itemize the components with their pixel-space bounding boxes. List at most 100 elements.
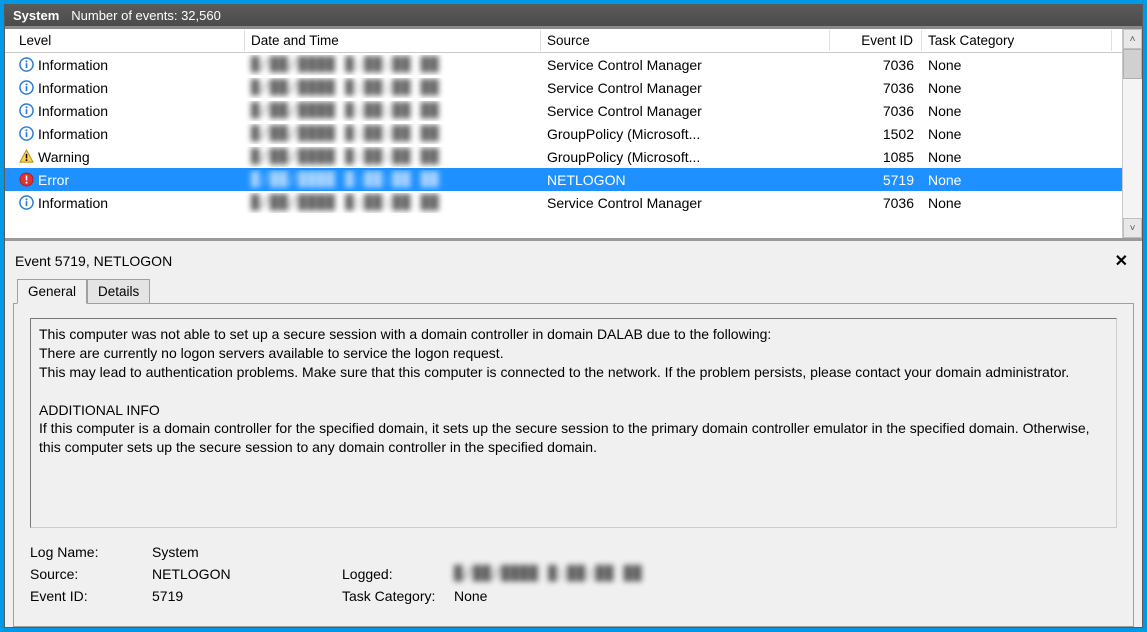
event-list-panel: Level Date and Time Source Event ID Task… [5,29,1142,241]
level-text: Information [38,57,108,73]
col-source[interactable]: Source [541,30,830,51]
vertical-scrollbar[interactable]: ˄ ˅ [1122,29,1142,238]
scroll-thumb[interactable] [1123,49,1142,79]
event-detail-panel: Event 5719, NETLOGON ✕ General Details T… [5,241,1142,627]
event-properties: Log Name: System Source: NETLOGON Logged… [30,544,1117,604]
event-count: Number of events: 32,560 [71,8,221,23]
info-icon [19,103,34,118]
tab-panel-general: This computer was not able to set up a s… [13,303,1134,627]
scroll-up-button[interactable]: ˄ [1123,29,1142,49]
cell-source: GroupPolicy (Microsoft... [541,124,830,144]
warn-icon [19,149,34,164]
cell-datetime: █/██/████ █:██:██ ██ [245,170,541,190]
level-text: Information [38,103,108,119]
cell-event-id: 7036 [830,55,922,75]
tab-general[interactable]: General [17,279,87,304]
lbl-log-name: Log Name: [30,544,152,560]
cell-level: Warning [13,147,245,167]
tab-details[interactable]: Details [87,279,150,304]
datetime-text: █/██/████ █:██:██ ██ [251,103,440,119]
cell-level: Error [13,170,245,190]
table-row[interactable]: Information █/██/████ █:██:██ ██ Service C… [5,53,1142,76]
cell-level: Information [13,55,245,75]
detail-title: Event 5719, NETLOGON [15,253,172,269]
info-icon [19,126,34,141]
level-text: Information [38,195,108,211]
cell-event-id: 7036 [830,193,922,213]
val-source: NETLOGON [152,566,342,582]
close-icon: ✕ [1115,253,1128,270]
table-row[interactable]: Error █/██/████ █:██:██ ██ NETLOGON5719Non… [5,168,1142,191]
chevron-down-icon: ˅ [1130,223,1136,234]
col-datetime[interactable]: Date and Time [245,30,541,51]
cell-datetime: █/██/████ █:██:██ ██ [245,124,541,144]
datetime-text: █/██/████ █:██:██ ██ [251,57,440,73]
cell-event-id: 5719 [830,170,922,190]
table-row[interactable]: Information █/██/████ █:██:██ ██ Service C… [5,99,1142,122]
val-logged: █/██/████ █:██:██ ██ [454,566,1117,582]
table-row[interactable]: Information █/██/████ █:██:██ ██ GroupPoli… [5,122,1142,145]
cell-datetime: █/██/████ █:██:██ ██ [245,101,541,121]
val-log-name: System [152,544,342,560]
cell-task-category: None [922,193,1112,213]
log-title: System [13,8,59,23]
col-event-id[interactable]: Event ID [830,30,922,51]
cell-source: NETLOGON [541,170,830,190]
cell-task-category: None [922,78,1112,98]
cell-level: Information [13,78,245,98]
datetime-text: █/██/████ █:██:██ ██ [251,149,440,165]
scroll-down-button[interactable]: ˅ [1123,218,1142,238]
event-viewer-window: System Number of events: 32,560 Level Da… [4,4,1143,628]
cell-event-id: 7036 [830,101,922,121]
datetime-text: █/██/████ █:██:██ ██ [251,195,440,211]
info-icon [19,195,34,210]
lbl-logged: Logged: [342,566,454,582]
error-icon [19,172,34,187]
column-headers[interactable]: Level Date and Time Source Event ID Task… [5,29,1142,53]
cell-datetime: █/██/████ █:██:██ ██ [245,55,541,75]
detail-header: Event 5719, NETLOGON ✕ [13,247,1134,279]
scroll-track[interactable] [1123,49,1142,218]
cell-event-id: 7036 [830,78,922,98]
chevron-up-icon: ˄ [1130,34,1136,45]
lbl-task-category: Task Category: [342,588,454,604]
cell-datetime: █/██/████ █:██:██ ██ [245,193,541,213]
titlebar: System Number of events: 32,560 [5,5,1142,29]
info-icon [19,57,34,72]
cell-source: GroupPolicy (Microsoft... [541,147,830,167]
close-detail-button[interactable]: ✕ [1111,251,1132,271]
cell-level: Information [13,193,245,213]
col-level[interactable]: Level [13,30,245,51]
table-row[interactable]: Warning █/██/████ █:██:██ ██ GroupPolicy (… [5,145,1142,168]
cell-task-category: None [922,101,1112,121]
cell-task-category: None [922,55,1112,75]
lbl-event-id: Event ID: [30,588,152,604]
cell-source: Service Control Manager [541,55,830,75]
cell-level: Information [13,101,245,121]
datetime-text: █/██/████ █:██:██ ██ [251,172,440,188]
level-text: Information [38,126,108,142]
level-text: Warning [38,149,90,165]
detail-tabstrip: General Details [13,279,1134,304]
level-text: Information [38,80,108,96]
cell-source: Service Control Manager [541,101,830,121]
col-task-category[interactable]: Task Category [922,30,1112,51]
table-row[interactable]: Information █/██/████ █:██:██ ██ Service C… [5,76,1142,99]
cell-task-category: None [922,147,1112,167]
val-event-id: 5719 [152,588,342,604]
lbl-source: Source: [30,566,152,582]
cell-source: Service Control Manager [541,78,830,98]
cell-level: Information [13,124,245,144]
event-list-body[interactable]: Information █/██/████ █:██:██ ██ Service C… [5,53,1142,238]
cell-task-category: None [922,170,1112,190]
datetime-text: █/██/████ █:██:██ ██ [251,80,440,96]
event-description[interactable]: This computer was not able to set up a s… [30,318,1117,528]
cell-datetime: █/██/████ █:██:██ ██ [245,147,541,167]
table-row[interactable]: Information█/██/████ █:██:██ ██Service C… [5,191,1142,214]
level-text: Error [38,172,69,188]
val-task-category: None [454,588,1117,604]
cell-event-id: 1085 [830,147,922,167]
cell-event-id: 1502 [830,124,922,144]
datetime-text: █/██/████ █:██:██ ██ [251,126,440,142]
info-icon [19,80,34,95]
